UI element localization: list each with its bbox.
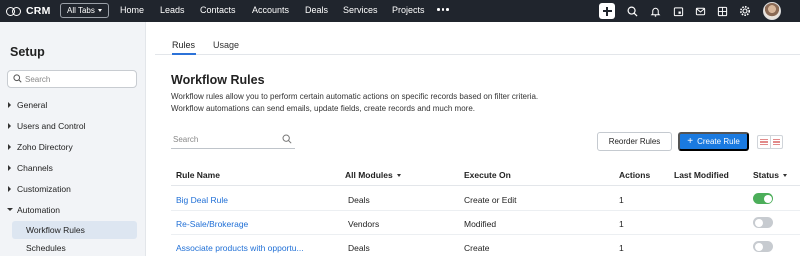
sidebar-item-zoho-directory[interactable]: Zoho Directory — [0, 137, 146, 157]
rule-module: Vendors — [348, 219, 380, 229]
column-modules-label: All Modules — [345, 170, 393, 180]
page-title: Workflow Rules — [171, 73, 265, 87]
chevron-down-icon — [7, 208, 13, 211]
tab-rules[interactable]: Rules — [172, 40, 195, 50]
nav-projects[interactable]: Projects — [392, 5, 425, 15]
create-rule-label: Create Rule — [697, 137, 740, 146]
tab-bar: Rules Usage — [155, 22, 800, 55]
table-header: Rule Name All Modules Execute On Actions… — [171, 162, 800, 186]
top-navigation-bar: CRM All Tabs Home Leads Contacts Account… — [0, 0, 800, 22]
table-row: Big Deal Rule Deals Create or Edit 1 — [171, 187, 800, 211]
chevron-right-icon — [8, 123, 11, 129]
sidebar-item-label: Customization — [17, 184, 71, 194]
status-toggle[interactable] — [753, 193, 773, 204]
column-rule-name: Rule Name — [176, 170, 220, 180]
rule-actions-count: 1 — [619, 219, 624, 229]
rule-name-link[interactable]: Re-Sale/Brokerage — [176, 219, 248, 229]
sidebar-item-label: Automation — [17, 205, 60, 215]
sidebar-title: Setup — [10, 45, 45, 59]
reorder-rules-button[interactable]: Reorder Rules — [597, 132, 672, 151]
sidebar-subitem-label: Schedules — [26, 243, 66, 253]
bell-icon[interactable] — [648, 4, 662, 18]
nav-home[interactable]: Home — [120, 5, 144, 15]
chevron-right-icon — [8, 186, 11, 192]
rule-actions-count: 1 — [619, 243, 624, 253]
sidebar-subitem-schedules[interactable]: Schedules — [12, 239, 137, 256]
page-description-line-2: Workflow automations can send emails, up… — [171, 104, 475, 113]
rule-module: Deals — [348, 195, 370, 205]
calendar-icon[interactable] — [671, 4, 685, 18]
status-toggle[interactable] — [753, 241, 773, 252]
plus-icon: + — [687, 135, 694, 147]
quick-create-plus-icon[interactable] — [599, 3, 615, 19]
active-tab-indicator — [172, 53, 196, 55]
rules-search-input[interactable] — [173, 133, 273, 145]
crm-logo-text: CRM — [26, 5, 51, 17]
modules-filter-dropdown[interactable]: All Modules — [345, 170, 401, 180]
column-actions: Actions — [619, 170, 651, 180]
sidebar-subitem-label: Workflow Rules — [26, 225, 85, 235]
sidebar-item-users-and-control[interactable]: Users and Control — [0, 116, 146, 136]
rule-name-link[interactable]: Associate products with opportu... — [176, 243, 304, 253]
search-icon — [13, 74, 22, 85]
gear-icon[interactable] — [738, 4, 752, 18]
sidebar-item-label: Users and Control — [17, 121, 86, 131]
table-row: Re-Sale/Brokerage Vendors Modified 1 — [171, 211, 800, 235]
nav-accounts[interactable]: Accounts — [252, 5, 289, 15]
chevron-down-icon — [396, 173, 401, 177]
setup-sidebar: Setup General Users and Control Zoho Dir… — [0, 22, 146, 256]
chevron-down-icon — [97, 9, 102, 12]
rules-search-box[interactable] — [171, 131, 295, 149]
crm-logo-icon — [6, 6, 22, 16]
sidebar-item-label: General — [17, 100, 48, 110]
sidebar-item-general[interactable]: General — [0, 95, 146, 115]
mail-icon[interactable] — [693, 4, 707, 18]
avatar[interactable] — [763, 2, 781, 20]
all-tabs-dropdown[interactable]: All Tabs — [60, 3, 109, 18]
all-tabs-label: All Tabs — [67, 6, 95, 15]
tab-usage[interactable]: Usage — [213, 40, 239, 50]
crm-logo[interactable]: CRM — [6, 4, 51, 18]
rule-name-link[interactable]: Big Deal Rule — [176, 195, 228, 205]
status-filter-dropdown[interactable]: Status — [753, 170, 787, 180]
search-icon — [282, 134, 292, 146]
sidebar-subitem-workflow-rules[interactable]: Workflow Rules — [12, 221, 137, 239]
create-rule-button[interactable]: + Create Rule — [678, 132, 749, 151]
chevron-right-icon — [8, 102, 11, 108]
sidebar-item-label: Zoho Directory — [17, 142, 73, 152]
search-icon[interactable] — [625, 4, 639, 18]
sidebar-item-channels[interactable]: Channels — [0, 158, 146, 178]
column-execute-on: Execute On — [464, 170, 511, 180]
list-view-icon[interactable] — [758, 136, 771, 148]
status-toggle[interactable] — [753, 217, 773, 228]
sidebar-search-input[interactable] — [25, 73, 133, 85]
rule-actions-count: 1 — [619, 195, 624, 205]
sidebar-search-box[interactable] — [7, 70, 137, 88]
sidebar-item-customization[interactable]: Customization — [0, 179, 146, 199]
rule-execute-on: Create — [464, 243, 490, 253]
sidebar-item-label: Channels — [17, 163, 53, 173]
nav-services[interactable]: Services — [343, 5, 378, 15]
sidebar-item-automation[interactable]: Automation — [0, 200, 146, 220]
page-description-line-1: Workflow rules allow you to perform cert… — [171, 92, 539, 101]
grid-icon[interactable] — [715, 4, 729, 18]
chevron-right-icon — [8, 165, 11, 171]
compact-view-icon[interactable] — [771, 136, 783, 148]
rule-execute-on: Create or Edit — [464, 195, 517, 205]
rule-execute-on: Modified — [464, 219, 497, 229]
nav-contacts[interactable]: Contacts — [200, 5, 236, 15]
column-last-modified: Last Modified — [674, 170, 729, 180]
table-row: Associate products with opportu... Deals… — [171, 235, 800, 256]
rule-module: Deals — [348, 243, 370, 253]
view-toggle[interactable] — [757, 135, 783, 149]
nav-deals[interactable]: Deals — [305, 5, 328, 15]
chevron-right-icon — [8, 144, 11, 150]
column-status-label: Status — [753, 170, 779, 180]
chevron-down-icon — [782, 173, 787, 177]
more-tabs-icon[interactable] — [437, 8, 449, 11]
nav-leads[interactable]: Leads — [160, 5, 185, 15]
